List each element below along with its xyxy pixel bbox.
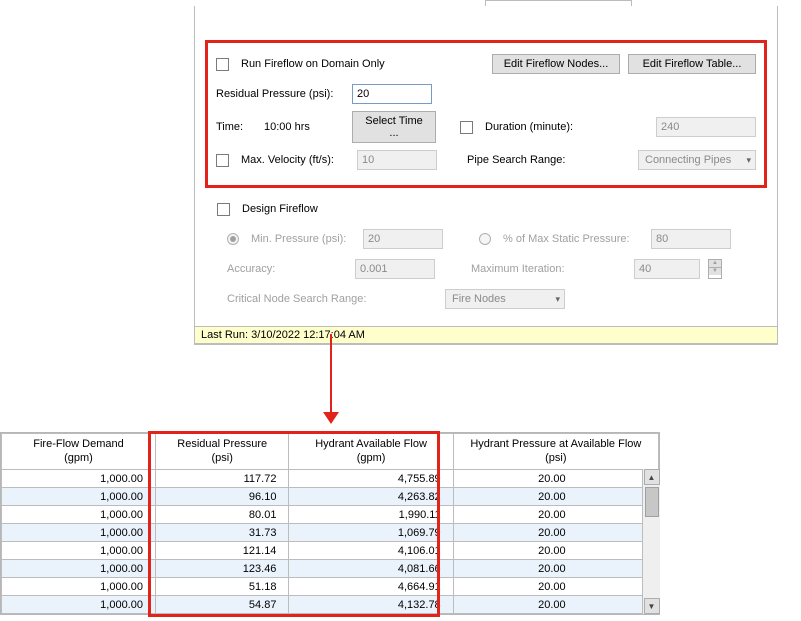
select-time-button[interactable]: Select Time ... (352, 111, 436, 143)
residual-pressure-input[interactable] (352, 84, 432, 104)
cell-avail: 4,263.82 (289, 488, 453, 506)
duration-label: Duration (minute): (485, 121, 573, 133)
max-iteration-spinner: ▲▼ (708, 259, 722, 279)
cell-avail: 4,755.89 (289, 470, 453, 488)
pct-max-static-input (651, 229, 731, 249)
max-velocity-label: Max. Velocity (ft/s): (241, 154, 349, 166)
design-fireflow-checkbox[interactable] (217, 203, 230, 216)
duration-input (656, 117, 756, 137)
accuracy-input (355, 259, 435, 279)
cell-demand: 1,000.00 (2, 596, 156, 614)
select-value: Connecting Pipes (645, 154, 731, 166)
results-table: Fire-Flow Demand(gpm) Residual Pressure(… (1, 433, 659, 614)
cell-press: 20.00 (453, 488, 658, 506)
max-iteration-input (634, 259, 700, 279)
cell-press: 20.00 (453, 470, 658, 488)
scroll-down-button[interactable]: ▼ (644, 598, 660, 614)
min-pressure-label: Min. Pressure (psi): (251, 233, 355, 245)
status-bar: Last Run: 3/10/2022 12:17:04 AM (195, 326, 777, 344)
run-domain-label: Run Fireflow on Domain Only (241, 58, 385, 70)
run-domain-checkbox[interactable] (216, 58, 229, 71)
cell-residual: 31.73 (155, 524, 288, 542)
col-header-demand[interactable]: Fire-Flow Demand(gpm) (2, 434, 156, 470)
max-velocity-input (357, 150, 437, 170)
min-pressure-radio (227, 233, 239, 245)
results-table-container: Fire-Flow Demand(gpm) Residual Pressure(… (0, 432, 660, 615)
chevron-down-icon: ▾ (555, 294, 560, 305)
cell-avail: 4,664.91 (289, 578, 453, 596)
time-value: 10:00 hrs (264, 121, 344, 133)
table-row[interactable]: 1,000.0054.874,132.7820.00 (2, 596, 659, 614)
fireflow-dialog: Run Fireflow on Domain Only Edit Fireflo… (194, 6, 778, 345)
max-iteration-label: Maximum Iteration: (471, 263, 626, 275)
scroll-up-button[interactable]: ▲ (644, 469, 660, 485)
table-row[interactable]: 1,000.00123.464,081.6620.00 (2, 560, 659, 578)
cell-residual: 51.18 (155, 578, 288, 596)
time-label: Time: (216, 121, 256, 133)
duration-checkbox[interactable] (460, 121, 473, 134)
cell-press: 20.00 (453, 524, 658, 542)
min-pressure-input (363, 229, 443, 249)
col-header-avail-pressure[interactable]: Hydrant Pressure at Available Flow(psi) (453, 434, 658, 470)
cell-demand: 1,000.00 (2, 506, 156, 524)
design-fireflow-label: Design Fireflow (242, 203, 318, 215)
cell-residual: 117.72 (155, 470, 288, 488)
col-header-avail-flow[interactable]: Hydrant Available Flow(gpm) (289, 434, 453, 470)
table-row[interactable]: 1,000.0031.731,069.7920.00 (2, 524, 659, 542)
annotation-arrow (328, 334, 334, 424)
vertical-scrollbar[interactable]: ▲ ▼ (642, 469, 660, 614)
select-value: Fire Nodes (452, 293, 506, 305)
cell-demand: 1,000.00 (2, 560, 156, 578)
max-velocity-checkbox[interactable] (216, 154, 229, 167)
cell-residual: 121.14 (155, 542, 288, 560)
cell-press: 20.00 (453, 578, 658, 596)
critical-node-search-select: Fire Nodes ▾ (445, 289, 565, 309)
cell-avail: 1,990.11 (289, 506, 453, 524)
edit-fireflow-nodes-button[interactable]: Edit Fireflow Nodes... (492, 54, 620, 74)
scroll-thumb[interactable] (645, 487, 659, 517)
cell-avail: 4,132.78 (289, 596, 453, 614)
table-row[interactable]: 1,000.0096.104,263.8220.00 (2, 488, 659, 506)
cell-residual: 96.10 (155, 488, 288, 506)
cell-demand: 1,000.00 (2, 524, 156, 542)
cell-press: 20.00 (453, 596, 658, 614)
table-row[interactable]: 1,000.0051.184,664.9120.00 (2, 578, 659, 596)
table-row[interactable]: 1,000.0080.011,990.1120.00 (2, 506, 659, 524)
chevron-down-icon: ▾ (746, 155, 751, 166)
edit-fireflow-table-button[interactable]: Edit Fireflow Table... (628, 54, 756, 74)
design-fireflow-group: Design Fireflow Min. Pressure (psi): % o… (205, 196, 767, 312)
pct-max-static-label: % of Max Static Pressure: (503, 233, 643, 245)
upper-highlight-box: Run Fireflow on Domain Only Edit Fireflo… (205, 40, 767, 188)
critical-node-search-label: Critical Node Search Range: (227, 293, 377, 305)
table-row[interactable]: 1,000.00117.724,755.8920.00 (2, 470, 659, 488)
table-row[interactable]: 1,000.00121.144,106.0120.00 (2, 542, 659, 560)
cell-demand: 1,000.00 (2, 488, 156, 506)
cell-residual: 123.46 (155, 560, 288, 578)
pipe-search-range-select: Connecting Pipes ▾ (638, 150, 756, 170)
cell-press: 20.00 (453, 560, 658, 578)
cell-residual: 80.01 (155, 506, 288, 524)
cell-avail: 4,106.01 (289, 542, 453, 560)
cell-demand: 1,000.00 (2, 578, 156, 596)
pct-max-static-radio (479, 233, 491, 245)
accuracy-label: Accuracy: (227, 263, 347, 275)
cell-demand: 1,000.00 (2, 542, 156, 560)
pipe-search-range-label: Pipe Search Range: (467, 154, 577, 166)
cell-press: 20.00 (453, 506, 658, 524)
cell-avail: 1,069.79 (289, 524, 453, 542)
col-header-residual[interactable]: Residual Pressure(psi) (155, 434, 288, 470)
cell-residual: 54.87 (155, 596, 288, 614)
cell-press: 20.00 (453, 542, 658, 560)
cell-avail: 4,081.66 (289, 560, 453, 578)
cell-demand: 1,000.00 (2, 470, 156, 488)
residual-pressure-label: Residual Pressure (psi): (216, 88, 344, 100)
